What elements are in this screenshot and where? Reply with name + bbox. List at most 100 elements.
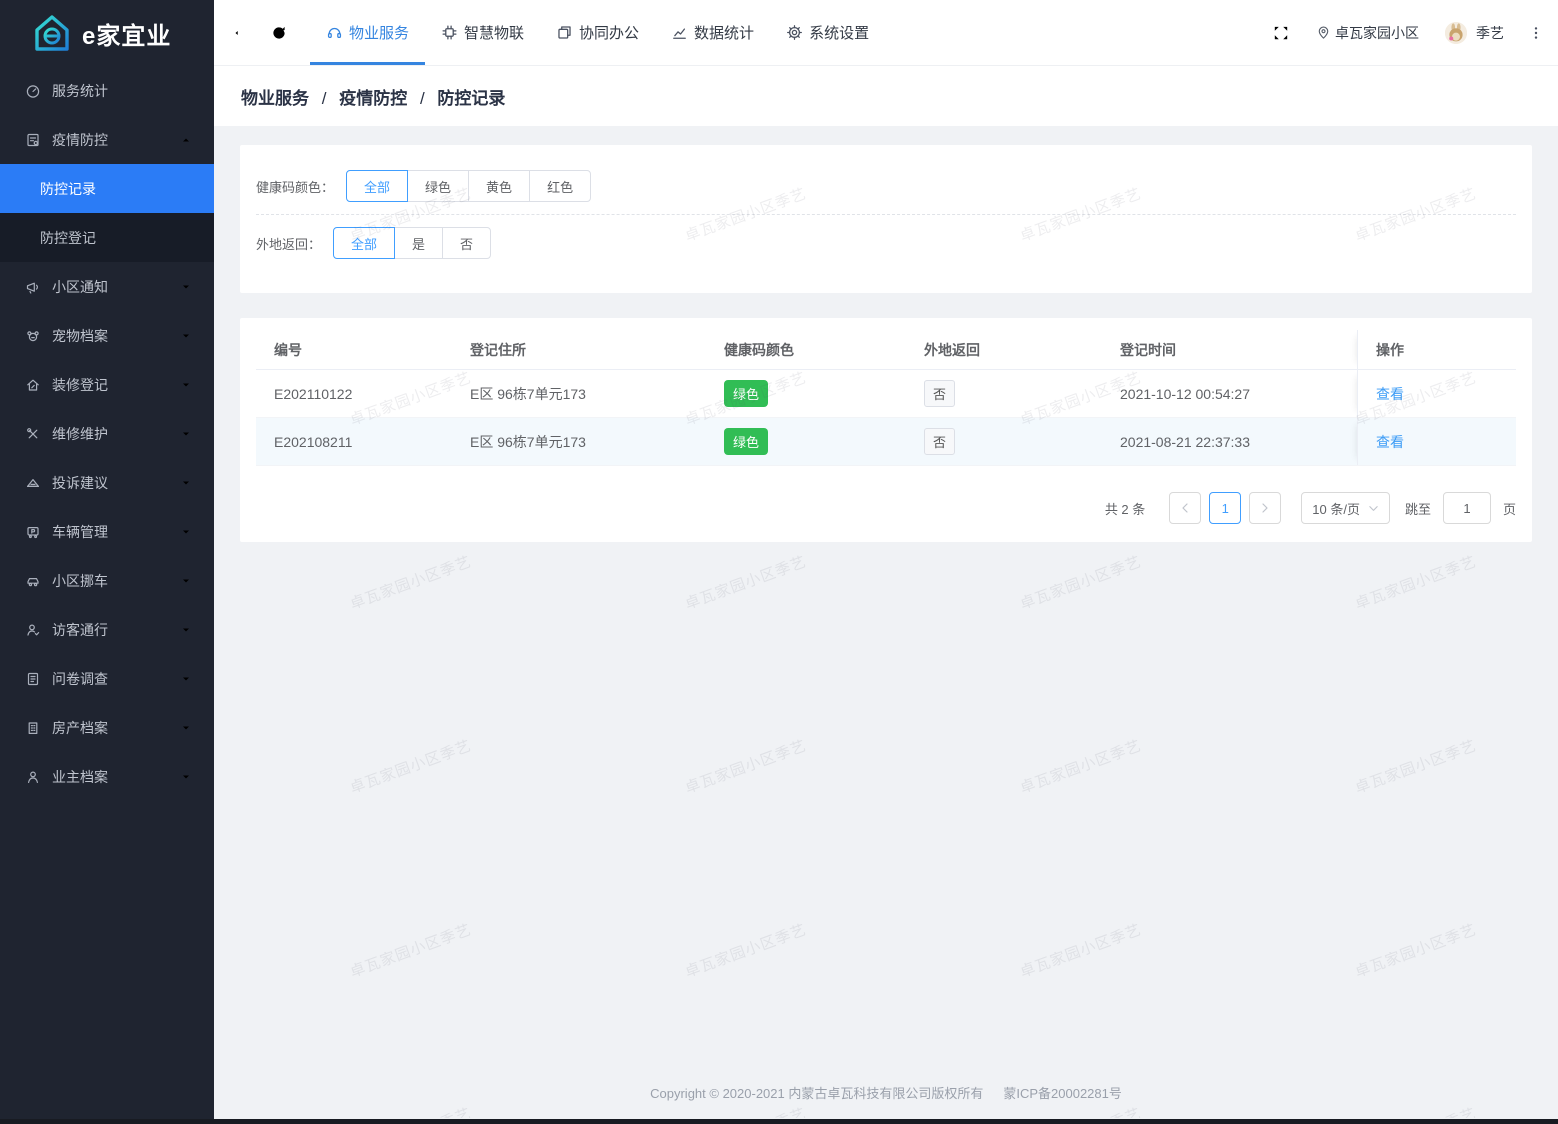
sidebar-item-epidemic[interactable]: 疫情防控 — [0, 115, 214, 164]
main-area: 物业服务 智慧物联 协同办公 数据统计 系统设置 卓瓦家园小区 季艺 物业服务 … — [214, 0, 1558, 1124]
page-footer: Copyright © 2020-2021 内蒙古卓瓦科技有限公司版权所有 蒙IC… — [214, 1083, 1558, 1102]
tab-label: 智慧物联 — [464, 25, 525, 42]
sidebar-item-label: 装修登记 — [52, 376, 108, 393]
cell-id: E202108211 — [274, 433, 353, 450]
pagination-total: 共 2 条 — [1104, 501, 1146, 517]
fullscreen-icon[interactable] — [1272, 24, 1290, 42]
sidebar-item-label: 房产档案 — [52, 719, 108, 736]
chevron-down-icon — [183, 530, 189, 533]
view-link[interactable]: 查看 — [1358, 432, 1404, 452]
health-code-filter-group: 全部 绿色 黄色 红色 — [346, 170, 592, 202]
tab-system-settings[interactable]: 系统设置 — [770, 0, 885, 65]
sidebar-item-visitor-access[interactable]: 访客通行 — [0, 605, 214, 654]
user-name[interactable]: 季艺 — [1476, 23, 1504, 43]
sidebar-item-car-moving[interactable]: 小区挪车 — [0, 556, 214, 605]
records-table-card: 编号 登记住所 健康码颜色 外地返回 登记时间 操作 E202110122 E区… — [240, 318, 1532, 542]
collapse-sidebar-icon[interactable] — [233, 24, 251, 42]
filter-health-all-button[interactable]: 全部 — [346, 170, 409, 202]
sidebar-item-maintenance[interactable]: 维修维护 — [0, 409, 214, 458]
filter-health-yellow-button[interactable]: 黄色 — [468, 170, 531, 202]
page-size-select[interactable]: 10 条/页 — [1301, 492, 1390, 524]
kebab-menu-icon[interactable] — [1528, 25, 1544, 41]
health-code-badge: 绿色 — [724, 380, 769, 407]
sidebar: e家宜业 服务统计 疫情防控 防控记录 防控登记 小区通知 宠物档案 装修登记 … — [0, 0, 214, 1124]
breadcrumb-item[interactable]: 物业服务 — [241, 89, 309, 108]
sidebar-item-label: 访客通行 — [52, 621, 108, 638]
tab-property-service[interactable]: 物业服务 — [310, 0, 426, 65]
cell-address: E区 96栋7单元173 — [470, 385, 586, 402]
tab-smart-iot[interactable]: 智慧物联 — [425, 0, 540, 65]
breadcrumb-separator: / — [419, 88, 425, 108]
sidebar-subitem-label: 防控登记 — [40, 229, 96, 246]
chevron-down-icon — [183, 481, 189, 484]
chevron-left-icon — [1182, 503, 1188, 513]
avatar[interactable] — [1445, 21, 1467, 44]
sidebar-item-label: 小区通知 — [52, 278, 108, 295]
breadcrumb: 物业服务 / 疫情防控 / 防控记录 — [241, 84, 505, 109]
chevron-down-icon — [183, 775, 189, 778]
sidebar-item-renovation[interactable]: 装修登记 — [0, 360, 214, 409]
sidebar-item-community-notice[interactable]: 小区通知 — [0, 262, 214, 311]
chevron-down-icon — [183, 677, 189, 680]
next-page-button[interactable] — [1249, 492, 1282, 524]
prev-page-button[interactable] — [1169, 492, 1202, 524]
health-code-filter-row: 健康码颜色： 全部 绿色 黄色 红色 — [256, 158, 1516, 214]
sidebar-item-control-register[interactable]: 防控登记 — [0, 213, 214, 262]
pet-icon — [27, 330, 39, 341]
filter-returnee-all-button[interactable]: 全部 — [333, 227, 396, 259]
jump-to-label: 跳至 — [1404, 501, 1431, 517]
col-header-returnee: 外地返回 — [924, 341, 980, 358]
bunny-avatar-icon — [1445, 21, 1467, 44]
community-selector[interactable]: 卓瓦家园小区 — [1316, 23, 1419, 43]
filter-returnee-no-button[interactable]: 否 — [442, 227, 492, 259]
survey-icon — [27, 672, 39, 685]
pagination: 共 2 条 1 10 条/页 跳至 页 — [1105, 492, 1516, 524]
sidebar-item-control-records[interactable]: 防控记录 — [0, 164, 214, 213]
sidebar-item-complaints[interactable]: 投诉建议 — [0, 458, 214, 507]
sidebar-item-pet-files[interactable]: 宠物档案 — [0, 311, 214, 360]
cell-id: E202110122 — [274, 385, 353, 402]
refresh-icon[interactable] — [270, 24, 288, 42]
car-icon — [27, 577, 39, 586]
sidebar-item-label: 疫情防控 — [52, 131, 108, 148]
returnee-filter-label: 外地返回： — [256, 236, 322, 252]
health-code-badge: 绿色 — [724, 428, 769, 455]
sidebar-item-service-stats[interactable]: 服务统计 — [0, 66, 214, 115]
community-name: 卓瓦家园小区 — [1335, 24, 1419, 41]
gear-icon — [787, 25, 802, 40]
tab-label: 物业服务 — [349, 25, 410, 42]
sidebar-item-label: 宠物档案 — [52, 327, 108, 344]
breadcrumb-bar: 物业服务 / 疫情防控 / 防控记录 — [214, 66, 1558, 126]
col-header-health-code: 健康码颜色 — [724, 341, 794, 358]
tools-icon — [27, 427, 38, 438]
sidebar-item-vehicle-mgmt[interactable]: 车辆管理 — [0, 507, 214, 556]
breadcrumb-item[interactable]: 疫情防控 — [339, 89, 407, 108]
location-pin-icon — [1318, 26, 1329, 39]
building-icon — [28, 721, 38, 734]
sidebar-item-survey[interactable]: 问卷调查 — [0, 654, 214, 703]
chevron-up-icon — [183, 138, 189, 141]
sidebar-item-owner-files[interactable]: 业主档案 — [0, 752, 214, 801]
cell-time: 2021-08-21 22:37:33 — [1120, 433, 1250, 450]
page-size-value: 10 条/页 — [1312, 501, 1360, 517]
filter-health-green-button[interactable]: 绿色 — [407, 170, 470, 202]
col-header-id: 编号 — [274, 341, 302, 358]
sidebar-item-property-files[interactable]: 房产档案 — [0, 703, 214, 752]
sidebar-subitem-label: 防控记录 — [40, 180, 96, 197]
renovation-icon — [27, 379, 39, 391]
chart-icon — [673, 28, 686, 39]
headset-icon — [327, 27, 342, 39]
health-code-filter-label: 健康码颜色： — [256, 179, 335, 195]
sidebar-nav: 服务统计 疫情防控 防控记录 防控登记 小区通知 宠物档案 装修登记 维修维护 … — [0, 66, 214, 801]
jump-page-input[interactable] — [1442, 492, 1491, 524]
filter-returnee-yes-button[interactable]: 是 — [394, 227, 444, 259]
megaphone-icon — [26, 282, 38, 294]
view-link[interactable]: 查看 — [1358, 384, 1404, 404]
filter-health-red-button[interactable]: 红色 — [529, 170, 592, 202]
page-1-button[interactable]: 1 — [1209, 492, 1242, 524]
tab-collaboration[interactable]: 协同办公 — [540, 0, 655, 65]
breadcrumb-item: 防控记录 — [437, 88, 506, 108]
tab-label: 协同办公 — [579, 25, 640, 42]
tab-data-stats[interactable]: 数据统计 — [655, 0, 770, 65]
table-header-row: 编号 登记住所 健康码颜色 外地返回 登记时间 操作 — [256, 330, 1516, 370]
